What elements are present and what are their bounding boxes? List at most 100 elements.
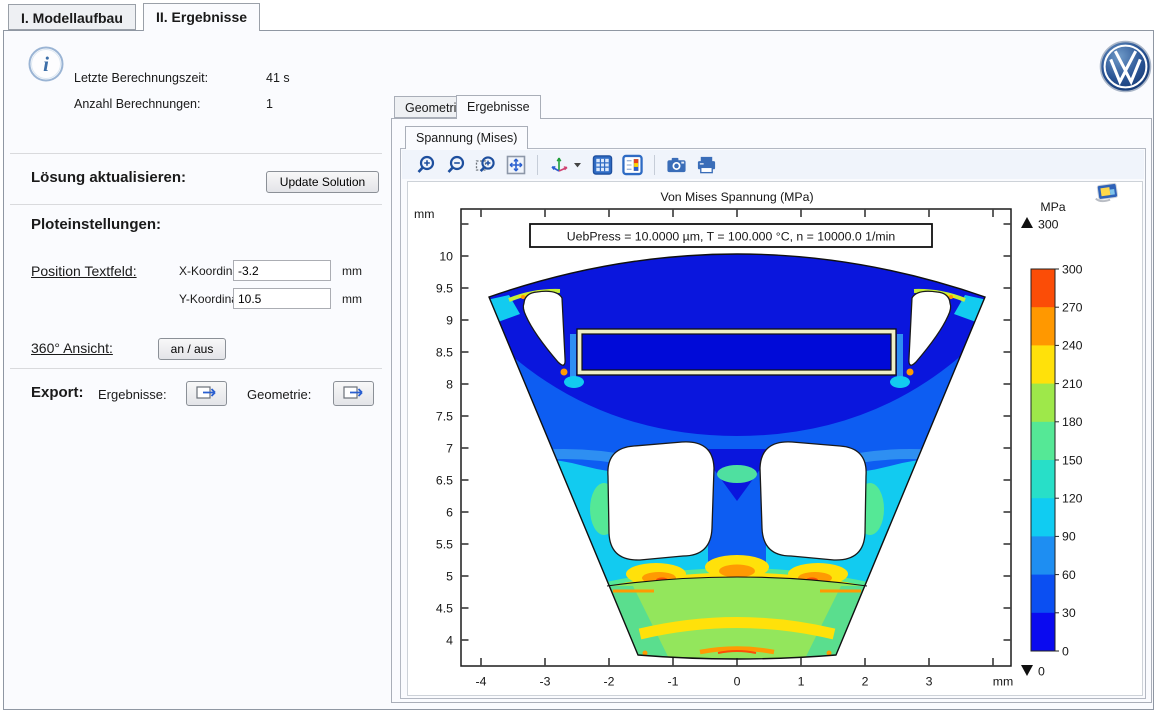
color-legend: MPa 300 3002702402101801501209060300 0	[1021, 200, 1083, 679]
legend-tick-label: 90	[1062, 530, 1076, 544]
x-coordinate-input[interactable]	[233, 260, 331, 281]
plot-annotation: UebPress = 10.0000 µm, T = 100.000 °C, n…	[530, 224, 932, 247]
zoom-out-icon[interactable]	[445, 154, 466, 175]
x-tick-label: 3	[926, 675, 933, 689]
print-icon[interactable]	[696, 154, 717, 175]
color-legend-icon[interactable]	[622, 154, 643, 175]
position-textfield-label: Position Textfeld:	[31, 263, 137, 279]
y-tick-label: 5	[446, 569, 453, 583]
y-tick-label: 7.5	[436, 409, 453, 423]
svg-text:i: i	[43, 52, 49, 76]
legend-tick-label: 60	[1062, 568, 1076, 582]
last-computation-label: Letzte Berechnungszeit:	[74, 71, 208, 85]
legend-tick-label: 240	[1062, 339, 1083, 353]
legend-tick-label: 270	[1062, 301, 1083, 315]
zoom-box-icon[interactable]	[475, 154, 496, 175]
update-section-label: Lösung aktualisieren:	[31, 169, 186, 186]
legend-min-value: 0	[1038, 665, 1045, 679]
x-axis-unit: mm	[993, 675, 1014, 689]
y-tick-label: 9	[446, 313, 453, 327]
y-unit-label: mm	[342, 292, 362, 306]
computation-count-value: 1	[266, 97, 273, 111]
legend-color-segment	[1031, 269, 1055, 308]
legend-tick-label: 300	[1062, 262, 1083, 276]
legend-color-segment	[1031, 345, 1055, 384]
legend-unit: MPa	[1040, 200, 1065, 214]
legend-color-segment	[1031, 307, 1055, 346]
legend-tick-label: 0	[1062, 644, 1069, 658]
y-tick-label: 4.5	[436, 601, 453, 615]
export-geometry-label: Geometrie:	[247, 387, 311, 402]
snapshot-icon[interactable]	[666, 154, 687, 175]
x-tick-label: 0	[734, 675, 741, 689]
main-panel: i Letzte Berechnungszeit: 41 s Anzahl Be…	[3, 30, 1154, 710]
tab-modellaufbau[interactable]: I. Modellaufbau	[8, 4, 136, 30]
plot-groupbox: Von Mises Spannung (MPa) mm	[400, 148, 1146, 699]
tab-spannung-mises[interactable]: Spannung (Mises)	[405, 126, 528, 149]
plot-settings-label: Ploteinstellungen:	[31, 216, 161, 233]
view-360-label: 360° Ansicht:	[31, 340, 113, 356]
divider	[10, 153, 382, 154]
computation-count-label: Anzahl Berechnungen:	[74, 97, 200, 111]
x-tick-label: -1	[668, 675, 679, 689]
y-tick-label: 6	[446, 505, 453, 519]
legend-tick-label: 210	[1062, 377, 1083, 391]
export-icon	[195, 385, 219, 403]
y-tick-label: 4	[446, 633, 453, 647]
legend-tick-label: 180	[1062, 415, 1083, 429]
view-360-toggle-button[interactable]: an / aus	[158, 338, 226, 360]
y-axis-unit: mm	[414, 207, 435, 221]
x-unit-label: mm	[342, 264, 362, 278]
legend-color-segment	[1031, 613, 1055, 652]
divider	[10, 368, 382, 369]
y-tick-label: 6.5	[436, 473, 453, 487]
view-orientation-icon[interactable]	[549, 154, 583, 175]
info-icon: i	[27, 45, 65, 88]
last-computation-value: 41 s	[266, 71, 290, 85]
legend-color-segment	[1031, 536, 1055, 575]
tab-ergebnisse[interactable]: II. Ergebnisse	[143, 3, 260, 31]
zoom-in-icon[interactable]	[415, 154, 436, 175]
tab-ergebnisse-plot[interactable]: Ergebnisse	[456, 95, 541, 119]
y-coordinate-input[interactable]	[233, 288, 331, 309]
x-tick-label: -3	[540, 675, 551, 689]
graphics-canvas[interactable]: Von Mises Spannung (MPa) mm	[407, 181, 1143, 696]
annotation-text: UebPress = 10.0000 µm, T = 100.000 °C, n…	[567, 230, 896, 244]
legend-color-segment	[1031, 460, 1055, 499]
divider	[10, 204, 382, 205]
toolbar-separator	[654, 155, 655, 175]
legend-color-segment	[1031, 575, 1055, 614]
graphics-toolbar	[402, 150, 1144, 179]
export-results-button[interactable]	[186, 381, 227, 406]
x-tick-label: -2	[604, 675, 615, 689]
y-tick-label: 5.5	[436, 537, 453, 551]
y-tick-label: 7	[446, 441, 453, 455]
legend-color-segment	[1031, 422, 1055, 461]
export-label: Export:	[31, 384, 84, 401]
y-tick-label: 8	[446, 377, 453, 391]
x-tick-label: 2	[862, 675, 869, 689]
legend-tick-label: 30	[1062, 606, 1076, 620]
x-tick-label: -4	[476, 675, 487, 689]
graphics-groupbox: Spannung (Mises)	[391, 118, 1152, 703]
toolbar-separator	[537, 155, 538, 175]
y-tick-label: 9.5	[436, 281, 453, 295]
update-solution-button[interactable]: Update Solution	[266, 171, 379, 193]
x-tick-label: 1	[798, 675, 805, 689]
legend-max-marker-icon	[1021, 217, 1033, 228]
legend-tick-label: 150	[1062, 453, 1083, 467]
vw-logo	[1099, 40, 1152, 98]
legend-min-marker-icon	[1021, 665, 1033, 676]
legend-tick-label: 120	[1062, 492, 1083, 506]
export-geometry-button[interactable]	[333, 381, 374, 406]
legend-max-value: 300	[1038, 218, 1059, 232]
legend-color-segment	[1031, 384, 1055, 423]
legend-color-segment	[1031, 498, 1055, 537]
export-results-label: Ergebnisse:	[98, 387, 167, 402]
plot-title: Von Mises Spannung (MPa)	[660, 190, 813, 204]
zoom-extents-icon[interactable]	[505, 154, 526, 175]
y-tick-label: 10	[439, 249, 453, 263]
y-tick-label: 8.5	[436, 345, 453, 359]
grid-icon[interactable]	[592, 154, 613, 175]
plot-popout-icon[interactable]	[1094, 183, 1118, 202]
